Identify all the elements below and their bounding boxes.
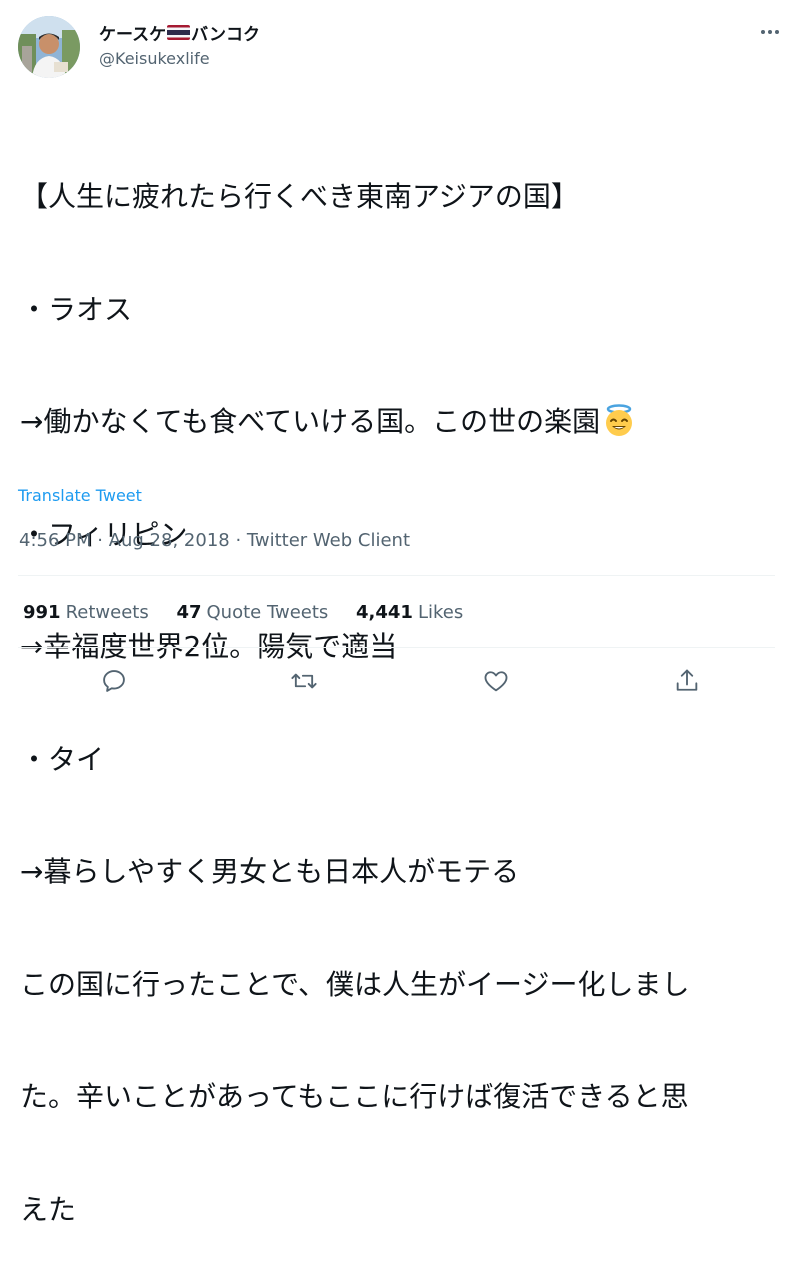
tweet-timestamp[interactable]: 4:56 PM · Aug 28, 2018 · Twitter Web Cli… (19, 530, 410, 551)
likes-stat[interactable]: 4,441 Likes (356, 602, 463, 623)
tweet-line: この国に行ったことで、僕は人生がイージー化しまし (20, 967, 690, 1001)
quote-tweets-label: Quote Tweets (206, 602, 329, 623)
retweet-icon (291, 673, 317, 689)
tweet-line: 【人生に疲れたら行くべき東南アジアの国】 (20, 180, 579, 213)
quote-tweets-count: 47 (176, 602, 202, 623)
more-options-button[interactable] (756, 22, 784, 42)
share-button[interactable] (673, 667, 701, 695)
author-name-part-1: ケースケ (99, 25, 167, 45)
likes-count: 4,441 (356, 602, 413, 623)
retweet-button[interactable] (290, 667, 318, 695)
tweet-line: ・タイ (20, 742, 105, 776)
share-icon (676, 669, 698, 691)
thailand-flag-icon (167, 25, 191, 40)
more-dots-icon (761, 30, 779, 34)
smiling-face-with-halo-icon (602, 403, 636, 437)
tweet-line: ・ラオス (20, 292, 133, 326)
author-display-name[interactable]: ケースケ バンコク (99, 20, 260, 45)
quote-tweets-stat[interactable]: 47 Quote Tweets (176, 602, 328, 623)
author-name-part-2: バンコク (191, 25, 261, 45)
like-icon (484, 671, 508, 692)
retweets-stat[interactable]: 991 Retweets (23, 602, 149, 623)
like-button[interactable] (482, 667, 510, 695)
translate-tweet-link[interactable]: Translate Tweet (18, 486, 142, 505)
divider (18, 575, 775, 576)
divider (18, 647, 775, 648)
tweet-text: 【人生に疲れたら行くべき東南アジアの国】 ・ラオス →働かなくても食べていける国… (20, 103, 780, 1266)
retweets-label: Retweets (65, 602, 149, 623)
reply-icon (103, 670, 125, 692)
tweet-line: →働かなくても食べていける国。この世の楽園 (20, 405, 601, 438)
tweet-line: た。辛いことがあってもここに行けば復活できると思 (20, 1080, 689, 1113)
retweets-count: 991 (23, 602, 61, 623)
tweet-stats: 991 Retweets 47 Quote Tweets 4,441 Likes (23, 602, 485, 623)
reply-button[interactable] (100, 667, 128, 695)
avatar[interactable] (18, 16, 80, 78)
author-handle[interactable]: @Keisukexlife (99, 49, 210, 68)
tweet-line: えた (20, 1192, 77, 1226)
tweet-line: →暮らしやすく男女とも日本人がモテる (20, 855, 520, 888)
likes-label: Likes (417, 602, 464, 623)
tweet-line-with-emoji: →働かなくても食べていける国。この世の楽園 (20, 403, 780, 441)
